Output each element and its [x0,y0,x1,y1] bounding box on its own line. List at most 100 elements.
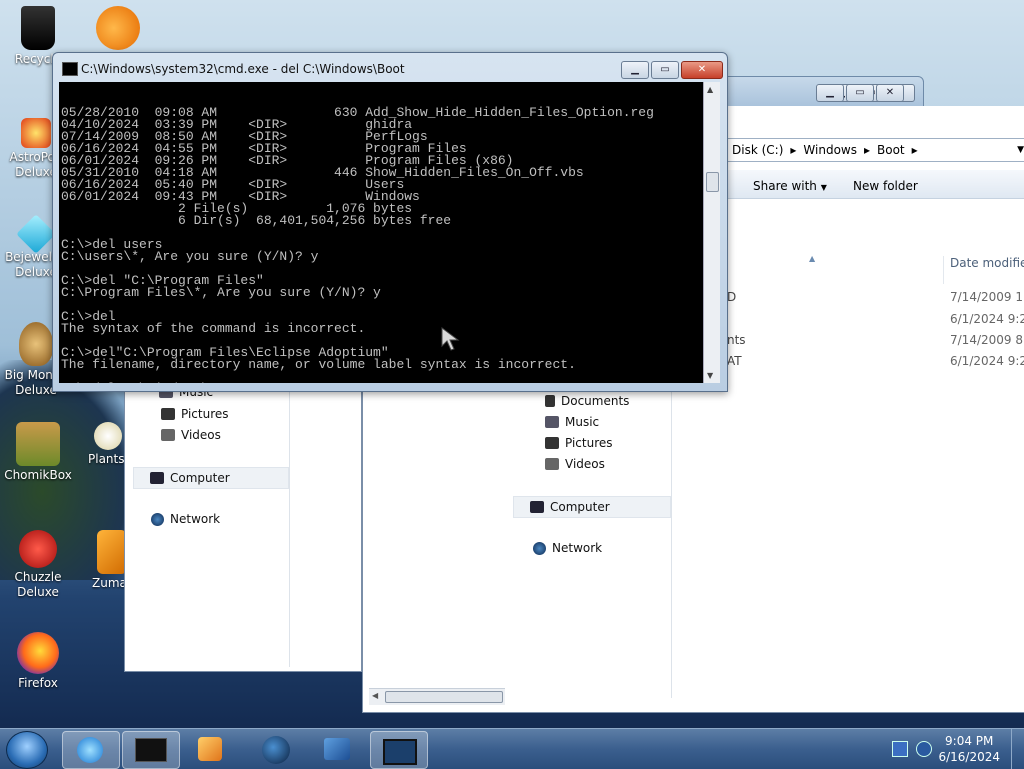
horizontal-scrollbar[interactable]: ◀ [369,688,505,705]
cmd-window[interactable]: C:\Windows\system32\cmd.exe - del C:\Win… [52,52,728,392]
breadcrumb-separator-icon: ▸ [790,143,797,157]
nav-item-network[interactable]: Network [151,512,220,526]
videos-icon [545,458,559,470]
plants-zombies-icon [94,422,122,450]
console-output[interactable]: 05/28/2010 09:08 AM 630 Add_Show_Hide_Hi… [59,82,703,383]
nav-item-network[interactable]: Network [533,541,602,555]
nav-item-videos[interactable]: Videos [545,457,605,471]
minimize-button[interactable]: ▁ [621,61,649,79]
breadcrumb-item-disk[interactable]: Disk (C:) [732,143,783,157]
computer-icon [530,501,544,513]
tray-flag-icon[interactable] [892,741,908,757]
taskbar-item-ie[interactable] [62,731,120,769]
address-dropdown-icon[interactable]: ▼ [1017,145,1024,155]
pictures-icon [545,437,559,449]
show-desktop-button[interactable] [1011,729,1024,769]
chuzzle-icon [19,530,57,568]
taskbar-item-explorer[interactable] [370,731,428,769]
scroll-down-icon[interactable]: ▼ [707,371,713,380]
new-folder-button[interactable]: New folder [853,179,918,193]
desktop-icon-chomikbox[interactable]: ChomikBox [2,422,74,483]
vertical-scrollbar[interactable]: ▲ ▼ [703,82,720,383]
nav-item-pictures[interactable]: Pictures [161,407,229,421]
goldfish-icon [96,6,140,50]
astropop-icon [21,118,51,148]
file-row[interactable]: AT 6/1/2024 9:21 [727,354,1024,374]
network-icon [533,541,546,555]
breadcrumb[interactable]: Disk (C:) ▸ Windows ▸ Boot ▸ ▼ [727,138,1024,162]
clock-date: 6/16/2024 [938,750,1000,764]
explorer-window-back[interactable]: Music Pictures Videos Computer Network [124,360,362,672]
sort-arrow-icon: ▲ [809,254,816,263]
ie-icon [77,737,103,763]
taskbar-clock[interactable]: 9:04 PM 6/16/2024 [938,733,1000,765]
nav-item-documents[interactable]: Documents [545,394,629,408]
desktop-icon-firefox[interactable]: Firefox [2,632,74,691]
breadcrumb-item-windows[interactable]: Windows [803,143,857,157]
taskbar-item-media-player[interactable] [184,731,240,767]
scrollbar-thumb[interactable] [706,172,719,192]
explorer-front-nav-pane: Documents Music Pictures Videos Computer… [509,390,672,698]
media-player-icon [198,737,222,761]
start-button[interactable] [6,731,48,769]
cmd-app-icon[interactable] [62,62,78,76]
column-header-date-modified[interactable]: Date modified [943,256,1024,284]
documents-icon [545,395,555,407]
nav-item-computer[interactable]: Computer [513,496,671,518]
powershell-icon [324,738,350,760]
console-lines: 05/28/2010 09:08 AM 630 Add_Show_Hide_Hi… [59,106,703,383]
chevron-down-icon: ▼ [820,183,827,192]
share-with-button[interactable]: Share with ▼ [753,179,827,193]
console-line: 6 Dir(s) 68,401,504,256 bytes free [61,213,452,228]
network-icon [151,512,164,526]
desktop-icon-label: ChomikBox [4,468,72,482]
cmd-window-controls: ▁ ▭ ✕ [621,61,723,79]
breadcrumb-separator-icon: ▸ [911,143,918,157]
desktop-icon-goldfish[interactable] [82,6,154,52]
maximize-button[interactable]: ▭ [651,61,679,79]
close-button[interactable]: ✕ [876,84,904,102]
close-button[interactable]: ✕ [681,61,723,79]
tray-network-icon[interactable] [916,741,932,757]
console-line: C:\Program Files\*, Are you sure (Y/N)? … [61,285,381,300]
window-title: C:\Windows\system32\cmd.exe - del C:\Win… [81,62,405,76]
taskbar-item-globe[interactable] [248,731,304,767]
recycle-bin-icon [21,6,55,50]
desktop-icon-label: Firefox [18,676,58,690]
file-row[interactable]: nts 7/14/2009 8:50 [727,333,1024,353]
minimize-button[interactable]: ▁ [816,84,844,102]
taskbar-item-powershell[interactable] [310,731,366,767]
desktop-icon-chuzzle[interactable]: Chuzzle Deluxe [2,530,74,600]
maximize-button[interactable]: ▭ [846,84,874,102]
explorer-back-window-controls: ▁ ▭ ✕ [816,84,904,102]
nav-item-videos[interactable]: Videos [161,428,221,442]
desktop-icon-label: Chuzzle Deluxe [14,570,62,599]
music-icon [545,416,559,428]
scroll-left-icon[interactable]: ◀ [372,691,378,700]
clock-time: 9:04 PM [945,734,994,748]
breadcrumb-item-boot[interactable]: Boot [877,143,905,157]
videos-icon [161,429,175,441]
breadcrumb-separator-icon: ▸ [863,143,871,157]
file-row[interactable]: 6/1/2024 9:21 [727,312,1024,332]
scroll-up-icon[interactable]: ▲ [707,85,713,94]
nav-item-computer[interactable]: Computer [133,467,289,489]
globe-icon [262,736,290,764]
zuma-icon [97,530,127,574]
console-line: The syntax of the command is incorrect. [61,321,366,336]
console-line: The filename, directory name, or volume … [61,357,576,372]
desktop-icon-label: Plants vs. Zombies [88,452,128,466]
chomikbox-icon [16,422,60,466]
scrollbar-thumb[interactable] [385,691,503,703]
explorer-back-nav-pane: Music Pictures Videos Computer Network [131,361,290,667]
file-row[interactable]: D 7/14/2009 11:0 [727,290,1024,310]
mouse-cursor-icon [441,327,460,351]
bejeweled-icon [16,214,56,254]
taskbar: 9:04 PM 6/16/2024 [0,728,1024,769]
nav-item-music[interactable]: Music [545,415,599,429]
terminal-icon [135,738,167,762]
taskbar-item-cmd[interactable] [122,731,180,769]
pictures-icon [161,408,175,420]
nav-item-pictures[interactable]: Pictures [545,436,613,450]
